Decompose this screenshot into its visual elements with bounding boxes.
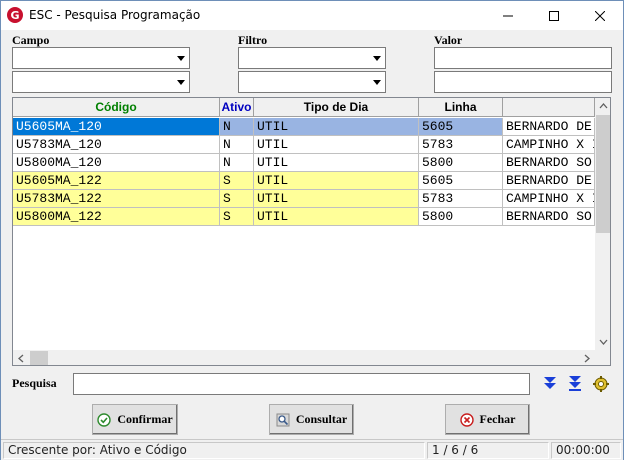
table-row[interactable]: U5800MA_120 N UTIL 5800 BERNARDO SO: [13, 154, 595, 172]
table-cell-codigo[interactable]: U5605MA_122: [13, 172, 220, 190]
check-icon: [97, 412, 112, 427]
close-icon: [595, 10, 605, 21]
move-down-icon[interactable]: [542, 375, 558, 396]
scroll-left-icon[interactable]: [13, 350, 30, 366]
fechar-button[interactable]: Fechar: [445, 404, 530, 435]
chevron-down-icon[interactable]: [369, 72, 385, 92]
column-header-codigo[interactable]: Código: [13, 98, 220, 117]
table-cell-ativo[interactable]: S: [220, 172, 254, 190]
campo-label: Campo: [12, 33, 50, 47]
pesquisa-label: Pesquisa: [12, 376, 57, 390]
title-bar: G ESC - Pesquisa Programação: [1, 1, 623, 30]
maximize-icon: [549, 10, 559, 21]
status-bar: Crescente por: Ativo e Código 1 / 6 / 6 …: [1, 439, 623, 460]
table-cell-tipo[interactable]: UTIL: [254, 190, 419, 208]
table-cell-tipo[interactable]: UTIL: [254, 172, 419, 190]
table-cell-tipo[interactable]: UTIL: [254, 154, 419, 172]
results-grid: Código Ativo Tipo de Dia Linha U5605MA_1…: [12, 97, 611, 366]
table-cell-ativo[interactable]: S: [220, 208, 254, 226]
table-cell-tipo[interactable]: UTIL: [254, 208, 419, 226]
filtro-select-2[interactable]: [238, 71, 386, 93]
status-record-count: 1 / 6 / 6: [427, 442, 549, 459]
table-cell-ativo[interactable]: N: [220, 118, 254, 136]
table-cell-desc[interactable]: BERNARDO SO: [503, 154, 595, 172]
table-cell-desc[interactable]: BERNARDO SO: [503, 208, 595, 226]
campo-select-1[interactable]: [12, 47, 190, 69]
minimize-button[interactable]: [485, 1, 531, 30]
chevron-down-icon[interactable]: [173, 48, 189, 68]
horizontal-scrollbar[interactable]: [13, 350, 595, 366]
valor-input-2[interactable]: [434, 71, 612, 93]
horizontal-scroll-thumb[interactable]: [30, 351, 48, 365]
table-cell-codigo[interactable]: U5800MA_122: [13, 208, 220, 226]
window-title: ESC - Pesquisa Programação: [29, 8, 201, 22]
vertical-scroll-thumb[interactable]: [596, 115, 610, 233]
cancel-icon: [459, 412, 474, 427]
table-cell-codigo[interactable]: U5783MA_120: [13, 136, 220, 154]
chevron-down-icon[interactable]: [369, 48, 385, 68]
app-logo-icon: G: [7, 7, 23, 23]
valor-label: Valor: [434, 33, 463, 47]
table-row[interactable]: U5605MA_122 S UTIL 5605 BERNARDO DE: [13, 172, 595, 190]
maximize-button[interactable]: [531, 1, 577, 30]
scroll-right-icon[interactable]: [578, 350, 595, 366]
scroll-up-icon[interactable]: [595, 98, 611, 115]
magnifier-icon: [276, 413, 290, 426]
table-cell-linha[interactable]: 5783: [419, 190, 503, 208]
table-cell-linha[interactable]: 5605: [419, 172, 503, 190]
close-window-button[interactable]: [577, 1, 623, 30]
table-cell-linha[interactable]: 5800: [419, 154, 503, 172]
table-cell-desc[interactable]: BERNARDO DE: [503, 118, 595, 136]
table-row[interactable]: U5605MA_120 N UTIL 5605 BERNARDO DE: [13, 118, 595, 136]
move-last-icon[interactable]: [567, 375, 583, 396]
table-cell-codigo[interactable]: U5783MA_122: [13, 190, 220, 208]
column-header-label: Ativo: [221, 100, 252, 114]
column-header-descricao[interactable]: [503, 98, 595, 117]
search-input[interactable]: [73, 373, 530, 395]
column-header-tipo-dia[interactable]: Tipo de Dia: [254, 98, 419, 117]
table-cell-ativo[interactable]: S: [220, 190, 254, 208]
table-cell-desc[interactable]: CAMPINHO X I: [503, 136, 595, 154]
table-cell-desc[interactable]: CAMPINHO X I: [503, 190, 595, 208]
valor-input-1[interactable]: [434, 47, 612, 69]
table-cell-codigo[interactable]: U5800MA_120: [13, 154, 220, 172]
column-header-label: Código: [95, 100, 137, 114]
scroll-corner: [595, 350, 610, 365]
column-header-linha[interactable]: Linha: [419, 98, 503, 117]
confirmar-label: Confirmar: [117, 412, 173, 426]
table-cell-linha[interactable]: 5800: [419, 208, 503, 226]
scroll-down-icon[interactable]: [595, 333, 611, 350]
table-cell-linha[interactable]: 5783: [419, 136, 503, 154]
settings-icon[interactable]: [592, 375, 610, 396]
table-row[interactable]: U5783MA_122 S UTIL 5783 CAMPINHO X I: [13, 190, 595, 208]
table-cell-tipo[interactable]: UTIL: [254, 118, 419, 136]
column-header-label: Linha: [444, 100, 477, 114]
filtro-label: Filtro: [238, 33, 268, 47]
chevron-down-icon[interactable]: [173, 72, 189, 92]
column-header-label: Tipo de Dia: [303, 100, 369, 114]
filtro-select-1[interactable]: [238, 47, 386, 69]
table-cell-codigo[interactable]: U5605MA_120: [13, 118, 220, 136]
table-cell-linha[interactable]: 5605: [419, 118, 503, 136]
status-sort: Crescente por: Ativo e Código: [3, 442, 425, 459]
table-row[interactable]: U5783MA_120 N UTIL 5783 CAMPINHO X I: [13, 136, 595, 154]
consultar-button[interactable]: Consultar: [269, 404, 354, 435]
table-row[interactable]: U5800MA_122 S UTIL 5800 BERNARDO SO: [13, 208, 595, 226]
column-header-ativo[interactable]: Ativo: [220, 98, 254, 117]
campo-select-2[interactable]: [12, 71, 190, 93]
minimize-icon: [503, 15, 513, 16]
table-cell-ativo[interactable]: N: [220, 136, 254, 154]
app-logo-letter: G: [10, 8, 20, 22]
table-cell-desc[interactable]: BERNARDO DE: [503, 172, 595, 190]
consultar-label: Consultar: [295, 412, 348, 426]
vertical-scrollbar[interactable]: [595, 98, 611, 350]
status-time: 00:00:00: [551, 442, 621, 459]
fechar-label: Fechar: [479, 412, 516, 426]
table-cell-tipo[interactable]: UTIL: [254, 136, 419, 154]
dialog-window: G ESC - Pesquisa Programação Campo Filtr…: [0, 0, 624, 460]
confirmar-button[interactable]: Confirmar: [92, 404, 178, 435]
table-cell-ativo[interactable]: N: [220, 154, 254, 172]
